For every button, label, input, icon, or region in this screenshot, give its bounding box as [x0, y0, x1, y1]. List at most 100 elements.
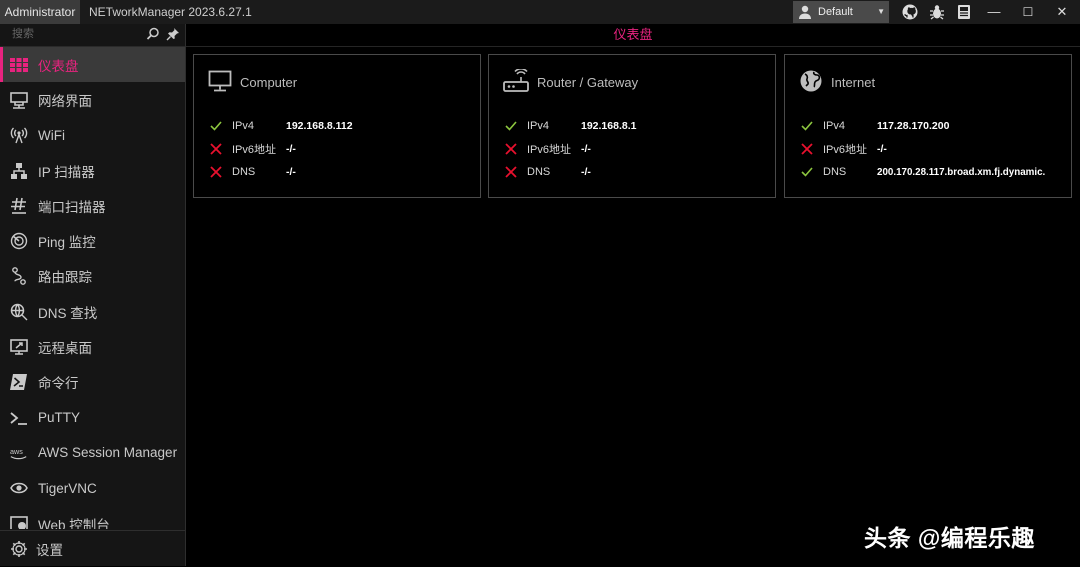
ip-scanner-icon	[10, 162, 28, 180]
sidebar-item-ip-scanner[interactable]: IP 扫描器	[0, 153, 185, 188]
sidebar-item-dashboard[interactable]: 仪表盘	[0, 47, 185, 83]
dns-row: DNS 200.170.28.117.broad.xm.fj.dynamic.	[799, 162, 1045, 182]
remote-desktop-icon	[10, 338, 28, 356]
row-value: -/-	[581, 143, 591, 155]
settings-label: 设置	[36, 543, 63, 558]
sidebar-item-label: Web 控制台	[38, 517, 110, 530]
settings-button[interactable]: 设置	[0, 530, 185, 567]
row-value: 192.168.8.1	[581, 120, 637, 132]
dns-row: DNS -/-	[503, 162, 591, 182]
dns-lookup-icon	[10, 303, 28, 321]
card-header: Computer	[208, 69, 297, 95]
powershell-icon	[10, 373, 28, 391]
app-title: NETworkManager 2023.6.27.1	[89, 5, 252, 19]
page-title: 仪表盘	[186, 24, 1080, 47]
bug-icon[interactable]	[929, 4, 945, 20]
sidebar-item-putty[interactable]: PuTTY	[0, 400, 185, 435]
row-value: -/-	[286, 143, 296, 155]
globe-icon	[799, 69, 823, 96]
cross-icon	[208, 141, 224, 157]
pin-icon[interactable]	[166, 27, 180, 44]
cross-icon	[503, 141, 519, 157]
card-header: Router / Gateway	[503, 67, 639, 95]
card-title: Router / Gateway	[537, 74, 639, 90]
row-value: 200.170.28.117.broad.xm.fj.dynamic.	[877, 166, 1046, 178]
sidebar-item-tigervnc[interactable]: TigerVNC	[0, 471, 185, 506]
port-scanner-icon	[10, 197, 28, 215]
watermark: 头条 @编程乐趣	[864, 525, 1035, 551]
cross-icon	[799, 141, 815, 157]
search-input[interactable]	[12, 26, 140, 42]
cross-icon	[503, 164, 519, 180]
wifi-icon	[10, 126, 28, 144]
row-key: IPv6地址	[527, 144, 572, 156]
row-key: DNS	[527, 166, 551, 178]
sidebar-item-dns-lookup[interactable]: DNS 查找	[0, 294, 185, 329]
sidebar-item-label: 网络界面	[38, 93, 92, 109]
dashboard-icon	[10, 56, 28, 74]
sidebar-item-aws-session-manager[interactable]: aws AWS Session Manager	[0, 435, 185, 470]
sidebar-item-label: TigerVNC	[38, 480, 97, 496]
card-title: Internet	[831, 74, 876, 90]
check-icon	[208, 118, 224, 134]
row-key: IPv4	[232, 120, 255, 132]
sidebar-item-wifi[interactable]: WiFi	[0, 118, 185, 153]
search-row	[0, 24, 185, 47]
row-key: IPv6地址	[232, 144, 277, 156]
profile-select[interactable]: Default ▼	[793, 1, 889, 23]
ping-monitor-icon	[10, 232, 28, 250]
sidebar-item-web-console[interactable]: Web 控制台	[0, 506, 185, 529]
sidebar-item-remote-desktop[interactable]: 远程桌面	[0, 329, 185, 364]
row-key: IPv6地址	[823, 144, 868, 156]
sidebar-item-label: AWS Session Manager	[38, 445, 178, 461]
ipv6-row: IPv6地址 -/-	[799, 139, 887, 159]
sidebar-item-label: Ping 监控	[38, 235, 96, 251]
sidebar-item-label: 仪表盘	[38, 58, 79, 74]
administrator-badge: Administrator	[0, 0, 80, 24]
sidebar: 仪表盘 网络界面 WiFi IP 扫描器 端口扫描器	[0, 24, 186, 566]
dns-row: DNS -/-	[208, 162, 296, 182]
sidebar-item-network-interface[interactable]: 网络界面	[0, 82, 185, 117]
ipv6-row: IPv6地址 -/-	[208, 139, 296, 159]
sidebar-item-label: 路由跟踪	[38, 270, 92, 286]
minimize-button[interactable]: —	[976, 0, 1012, 24]
sidebar-nav: 仪表盘 网络界面 WiFi IP 扫描器 端口扫描器 Ping 监控 路由跟踪 …	[0, 47, 185, 529]
terminal-icon	[10, 409, 28, 427]
row-value: -/-	[286, 166, 296, 178]
sidebar-item-label: WiFi	[38, 127, 65, 143]
maximize-button[interactable]: ☐	[1010, 0, 1046, 24]
profile-label: Default	[818, 6, 853, 18]
row-key: IPv4	[823, 120, 846, 132]
ipv6-row: IPv6地址 -/-	[503, 139, 591, 159]
aws-icon: aws	[10, 444, 28, 462]
monitor-icon	[208, 69, 232, 96]
sidebar-item-powershell[interactable]: 命令行	[0, 365, 185, 400]
web-console-icon	[10, 515, 28, 529]
row-value: -/-	[877, 143, 887, 155]
check-icon	[799, 118, 815, 134]
sidebar-item-label: DNS 查找	[38, 305, 98, 321]
cross-icon	[208, 164, 224, 180]
traceroute-icon	[10, 267, 28, 286]
eye-icon	[10, 479, 28, 497]
sidebar-item-port-scanner[interactable]: 端口扫描器	[0, 188, 185, 223]
gear-icon	[10, 540, 28, 558]
row-key: DNS	[232, 166, 256, 178]
document-icon[interactable]	[956, 4, 972, 20]
card-title: Computer	[240, 74, 298, 90]
github-icon[interactable]	[902, 4, 918, 20]
sidebar-item-label: 端口扫描器	[38, 199, 106, 215]
sidebar-item-traceroute[interactable]: 路由跟踪	[0, 259, 185, 294]
row-key: DNS	[823, 166, 847, 178]
svg-text:aws: aws	[10, 447, 23, 456]
row-key: IPv4	[527, 120, 550, 132]
close-button[interactable]: ✕	[1044, 0, 1080, 24]
sidebar-item-label: PuTTY	[38, 410, 81, 426]
row-value: 117.28.170.200	[877, 120, 950, 132]
search-icon[interactable]	[146, 27, 160, 44]
ipv4-row: IPv4 192.168.8.1	[503, 116, 636, 136]
sidebar-item-ping-monitor[interactable]: Ping 监控	[0, 223, 185, 258]
internet-card: Internet IPv4 117.28.170.200 IPv6地址 -/- …	[784, 54, 1072, 198]
check-icon	[503, 118, 519, 134]
sidebar-item-label: 远程桌面	[38, 341, 92, 357]
